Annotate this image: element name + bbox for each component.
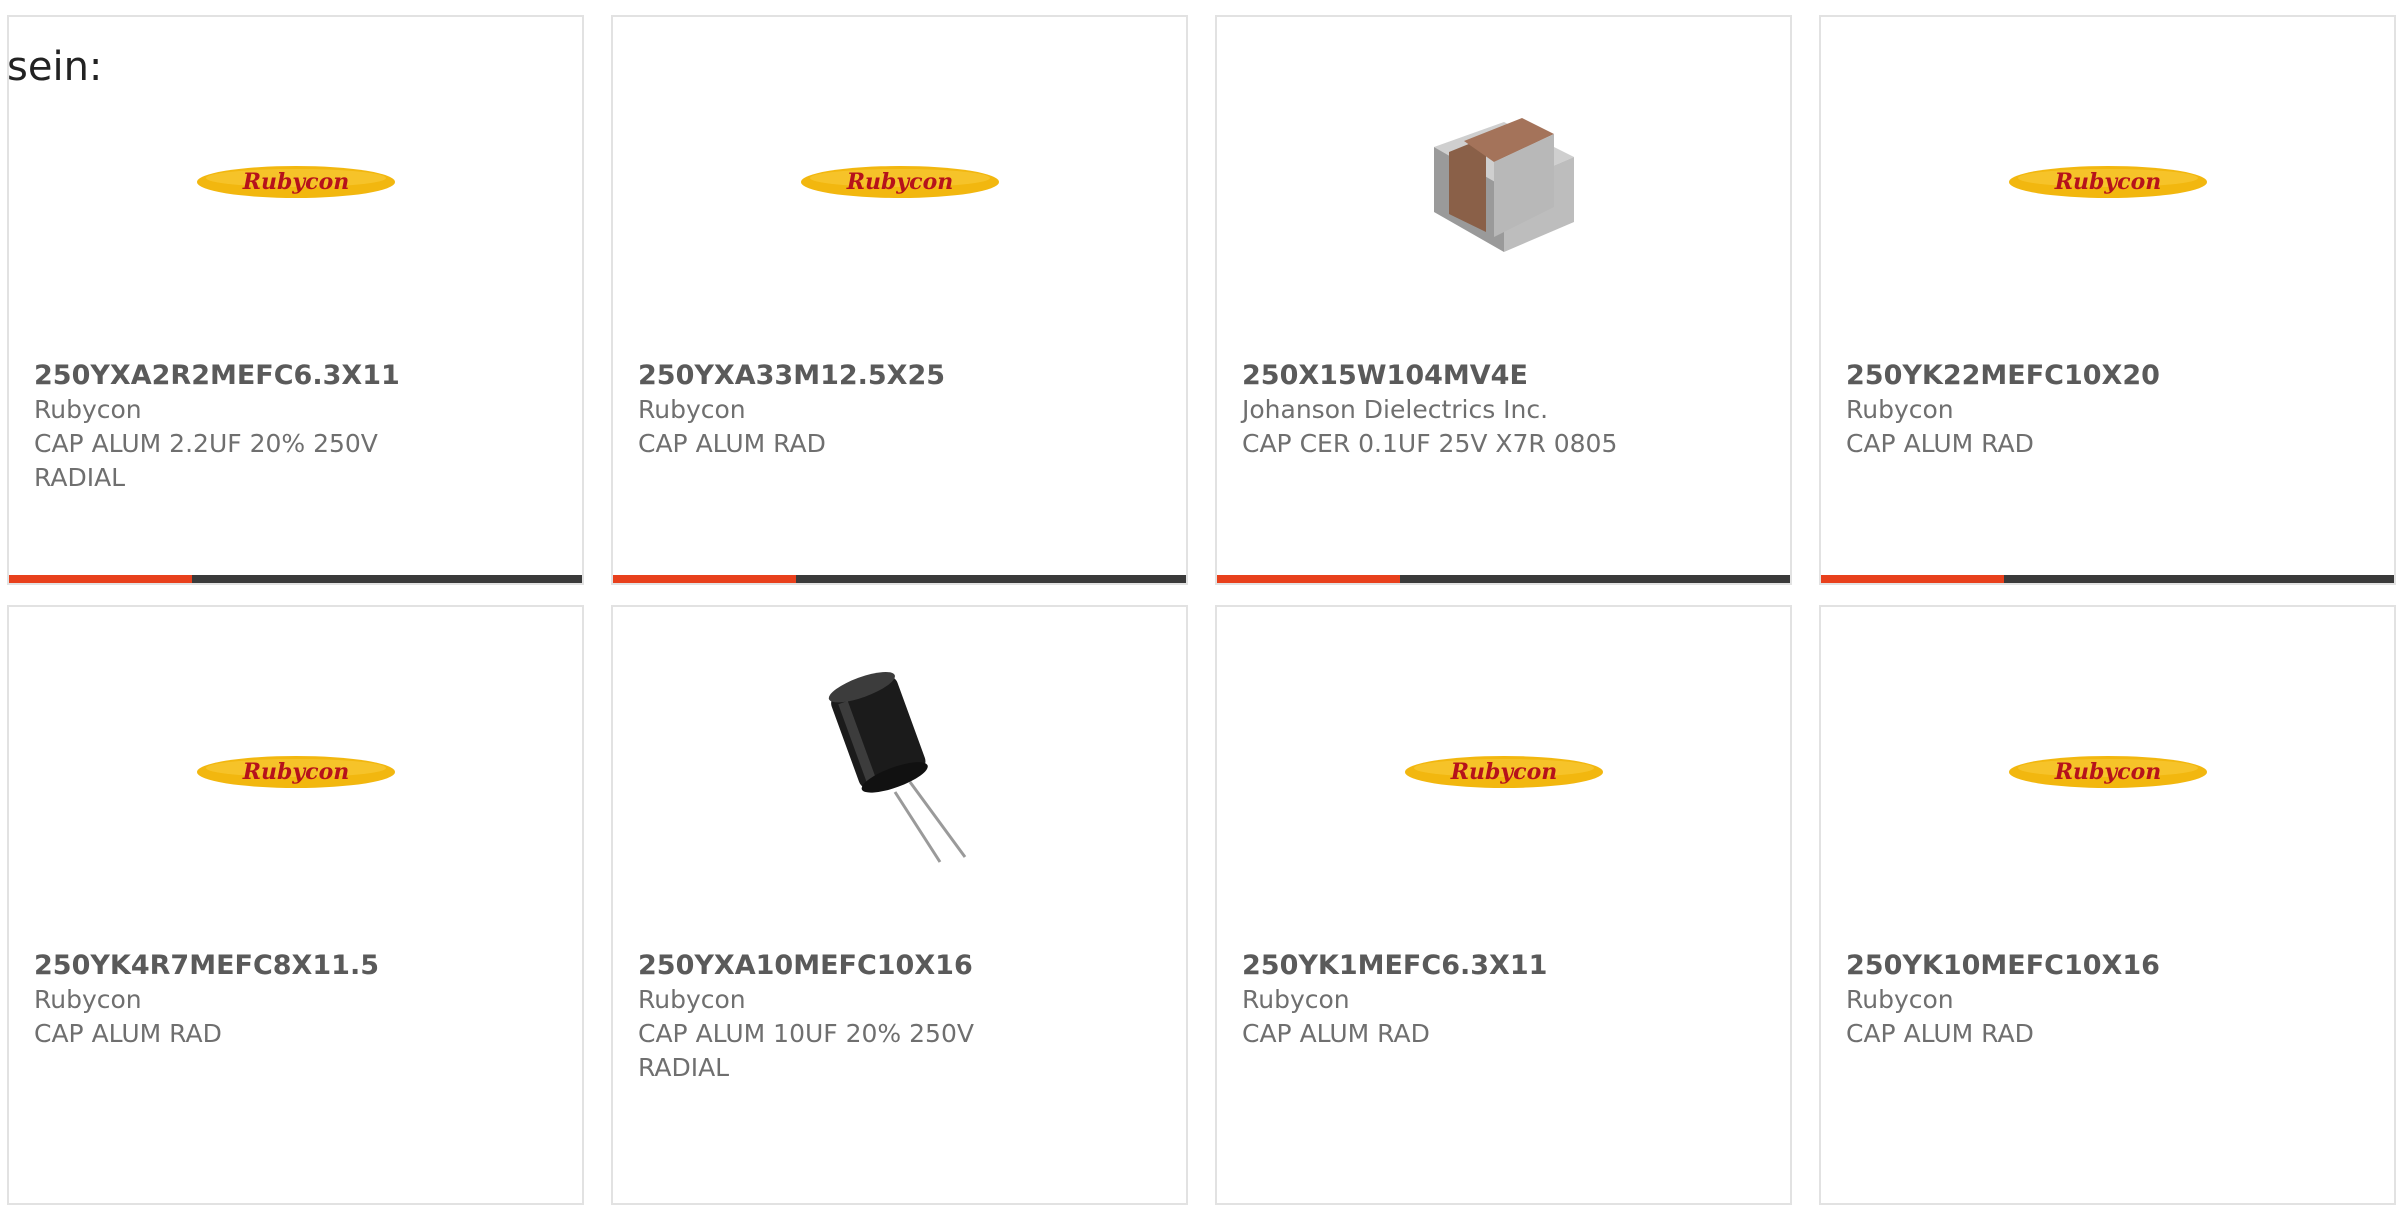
description: CAP ALUM RAD (638, 429, 826, 458)
manufacturer: Rubycon (638, 395, 746, 424)
manufacturer: Rubycon (638, 985, 746, 1014)
description: CAP CER 0.1UF 25V X7R 0805 (1242, 429, 1618, 458)
product-card[interactable]: Rubycon 250YXA2R2MEFC6.3X11 Rubycon CAP … (7, 15, 584, 585)
rubycon-logo-image: Rubycon (1821, 57, 2394, 307)
manufacturer: Rubycon (1846, 985, 1954, 1014)
ceramic-chip-capacitor-image (1217, 57, 1790, 307)
description: CAP ALUM RAD (34, 1019, 222, 1048)
rubycon-logo-image: Rubycon (1821, 647, 2394, 897)
product-card[interactable]: Rubycon 250YK22MEFC10X20 Rubycon CAP ALU… (1819, 15, 2396, 585)
part-number[interactable]: 250YXA33M12.5X25 (638, 359, 1166, 393)
product-card[interactable]: Rubycon 250YK10MEFC10X16 Rubycon CAP ALU… (1819, 605, 2396, 1205)
rubycon-logo: Rubycon (2008, 166, 2207, 198)
svg-text:Rubycon: Rubycon (2053, 169, 2161, 195)
description: CAP ALUM 10UF 20% 250V RADIAL (638, 1019, 974, 1082)
product-card[interactable]: Rubycon 250YK4R7MEFC8X11.5 Rubycon CAP A… (7, 605, 584, 1205)
part-number[interactable]: 250X15W104MV4E (1242, 359, 1770, 393)
part-number[interactable]: 250YXA2R2MEFC6.3X11 (34, 359, 562, 393)
svg-text:Rubycon: Rubycon (2053, 759, 2161, 785)
card-bottom-bar (1217, 575, 1790, 583)
electrolytic-capacitor-icon (828, 671, 966, 863)
part-number[interactable]: 250YXA10MEFC10X16 (638, 949, 1166, 983)
description: CAP ALUM RAD (1846, 1019, 2034, 1048)
part-number[interactable]: 250YK22MEFC10X20 (1846, 359, 2374, 393)
rubycon-logo: Rubycon (800, 166, 999, 198)
manufacturer: Rubycon (34, 985, 142, 1014)
card-bottom-bar (613, 575, 1186, 583)
rubycon-logo-image: Rubycon (1217, 647, 1790, 897)
part-number[interactable]: 250YK1MEFC6.3X11 (1242, 949, 1770, 983)
electrolytic-capacitor-image (613, 647, 1186, 897)
rubycon-logo: Rubycon (196, 756, 395, 788)
rubycon-logo: Rubycon (196, 166, 395, 198)
rubycon-logo: Rubycon (2008, 756, 2207, 788)
svg-text:Rubycon: Rubycon (845, 169, 953, 195)
product-grid: Rubycon 250YXA2R2MEFC6.3X11 Rubycon CAP … (7, 15, 2400, 1205)
card-bottom-bar (9, 575, 582, 583)
svg-text:Rubycon: Rubycon (1449, 759, 1557, 785)
product-card[interactable]: Rubycon 250YK1MEFC6.3X11 Rubycon CAP ALU… (1215, 605, 1792, 1205)
manufacturer: Rubycon (1242, 985, 1350, 1014)
part-number[interactable]: 250YK10MEFC10X16 (1846, 949, 2374, 983)
intro-text: sein: (7, 44, 103, 90)
description: CAP ALUM RAD (1242, 1019, 1430, 1048)
part-number[interactable]: 250YK4R7MEFC8X11.5 (34, 949, 562, 983)
rubycon-logo-image: Rubycon (613, 57, 1186, 307)
product-card[interactable]: 250YXA10MEFC10X16 Rubycon CAP ALUM 10UF … (611, 605, 1188, 1205)
card-bottom-bar (1821, 575, 2394, 583)
rubycon-logo: Rubycon (1404, 756, 1603, 788)
description: CAP ALUM 2.2UF 20% 250V RADIAL (34, 429, 378, 492)
rubycon-logo-image: Rubycon (9, 57, 582, 307)
manufacturer: Rubycon (34, 395, 142, 424)
rubycon-logo-image: Rubycon (9, 647, 582, 897)
product-card[interactable]: 250X15W104MV4E Johanson Dielectrics Inc.… (1215, 15, 1792, 585)
svg-text:Rubycon: Rubycon (241, 759, 349, 785)
manufacturer: Rubycon (1846, 395, 1954, 424)
description: CAP ALUM RAD (1846, 429, 2034, 458)
manufacturer: Johanson Dielectrics Inc. (1242, 395, 1549, 424)
ceramic-chip-capacitor-icon (1433, 118, 1574, 252)
svg-text:Rubycon: Rubycon (241, 169, 349, 195)
product-card[interactable]: Rubycon 250YXA33M12.5X25 Rubycon CAP ALU… (611, 15, 1188, 585)
